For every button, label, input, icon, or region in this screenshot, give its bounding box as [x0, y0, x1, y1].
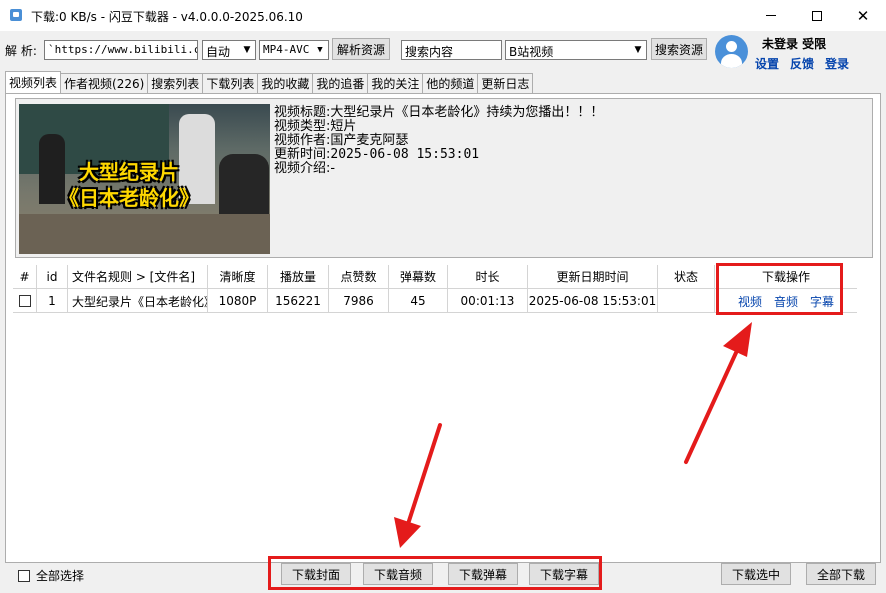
minimize-button[interactable] [748, 0, 794, 31]
annotation-box-bottom-buttons [268, 556, 602, 590]
tab-their-channel[interactable]: 他的频道 [422, 73, 479, 93]
meta-intro-value: - [330, 161, 336, 176]
col-header-views[interactable]: 播放量 [268, 265, 329, 289]
col-header-status[interactable]: 状态 [658, 265, 715, 289]
meta-title-value: 大型纪录片《日本老龄化》持续为您播出！！！ [330, 105, 604, 120]
search-button[interactable]: 搜索资源 [651, 38, 707, 60]
row-filename: 大型纪录片《日本老龄化》 [68, 289, 208, 313]
tab-changelog[interactable]: 更新日志 [477, 73, 534, 93]
tab-author-videos[interactable]: 作者视频(226) [60, 73, 149, 93]
window-title: 下载:0 KB/s - 闪豆下载器 - v4.0.0.0-2025.06.10 [31, 10, 303, 24]
thumb-desk [19, 214, 270, 254]
select-all-label: 全部选择 [36, 569, 85, 583]
quality-select[interactable]: 自动 ▼ [202, 40, 256, 60]
row-status [658, 289, 715, 313]
row-duration: 00:01:13 [448, 289, 528, 313]
meta-title: 视频标题:大型纪录片《日本老龄化》持续为您播出！！！ [274, 106, 603, 120]
thumb-caption-line2: 《日本老龄化》 [59, 186, 199, 210]
col-header-likes[interactable]: 点赞数 [329, 265, 389, 289]
meta-updated: 更新时间:2025-06-08 15:53:01 [274, 148, 479, 162]
chevron-down-icon: ▼ [243, 45, 251, 55]
parse-button[interactable]: 解析资源 [332, 38, 390, 60]
chevron-down-icon: ▼ [317, 45, 323, 55]
row-checkbox[interactable] [18, 295, 31, 307]
login-status: 未登录 受限 [762, 37, 827, 51]
meta-intro-key: 视频介绍: [274, 161, 331, 176]
settings-link[interactable]: 设置 [755, 55, 779, 72]
maximize-icon [812, 10, 822, 21]
search-input[interactable]: 搜索内容 [401, 40, 502, 60]
avatar[interactable] [715, 35, 748, 68]
col-header-updated[interactable]: 更新日期时间 [528, 265, 658, 289]
col-header-check[interactable]: # [13, 265, 37, 289]
thumb-caption-line1: 大型纪录片 [79, 160, 179, 184]
meta-title-key: 视频标题: [274, 105, 331, 120]
parse-label: 解 析: [5, 44, 37, 58]
video-info-panel: 大型纪录片 《日本老龄化》 视频标题:大型纪录片《日本老龄化》持续为您播出！！！… [15, 98, 873, 258]
codec-select-value: MP4-AVC [263, 43, 310, 56]
row-updated: 2025-06-08 15:53:01 [528, 289, 658, 313]
close-button[interactable]: ✕ [840, 0, 886, 31]
meta-type: 视频类型:短片 [274, 120, 356, 134]
meta-author-value: 国产麦克阿瑟 [330, 133, 409, 148]
row-checkbox-cell[interactable] [13, 289, 37, 313]
row-views: 156221 [268, 289, 329, 313]
chevron-down-icon: ▼ [634, 45, 642, 55]
app-icon [10, 9, 22, 21]
feedback-link[interactable]: 反馈 [790, 55, 814, 72]
meta-author-key: 视频作者: [274, 133, 331, 148]
minimize-icon [766, 15, 776, 16]
tab-bar: 视频列表 作者视频(226) 搜索列表 下载列表 我的收藏 我的追番 我的关注 … [5, 71, 534, 93]
user-body-icon [721, 54, 742, 68]
col-header-danmaku[interactable]: 弹幕数 [389, 265, 448, 289]
row-id: 1 [37, 289, 68, 313]
meta-updated-key: 更新时间: [274, 147, 331, 162]
tab-video-list[interactable]: 视频列表 [5, 71, 62, 93]
row-quality: 1080P [208, 289, 268, 313]
meta-type-key: 视频类型: [274, 119, 331, 134]
codec-select[interactable]: MP4-AVC ▼ [259, 40, 329, 60]
col-header-quality[interactable]: 清晰度 [208, 265, 268, 289]
meta-updated-value: 2025-06-08 15:53:01 [330, 147, 480, 162]
quality-select-value: 自动 [206, 45, 231, 59]
download-selected-button[interactable]: 下载选中 [721, 563, 791, 585]
tab-following[interactable]: 我的关注 [367, 73, 424, 93]
title-bar: 下载:0 KB/s - 闪豆下载器 - v4.0.0.0-2025.06.10 … [0, 0, 886, 31]
video-thumbnail: 大型纪录片 《日本老龄化》 [19, 104, 270, 254]
video-list-panel: 大型纪录片 《日本老龄化》 视频标题:大型纪录片《日本老龄化》持续为您播出！！！… [5, 93, 881, 563]
search-source-value: B站视频 [509, 45, 554, 59]
row-likes: 7986 [329, 289, 389, 313]
row-danmaku: 45 [389, 289, 448, 313]
download-all-button[interactable]: 全部下载 [806, 563, 876, 585]
tab-following-shows[interactable]: 我的追番 [312, 73, 369, 93]
login-link[interactable]: 登录 [825, 55, 849, 72]
col-header-id[interactable]: id [37, 265, 68, 289]
col-header-duration[interactable]: 时长 [448, 265, 528, 289]
annotation-box-actions [716, 263, 843, 315]
meta-type-value: 短片 [330, 119, 357, 134]
tab-search-list[interactable]: 搜索列表 [147, 73, 204, 93]
tab-download-list[interactable]: 下载列表 [202, 73, 259, 93]
meta-intro: 视频介绍:- [274, 162, 335, 176]
user-head-icon [726, 41, 737, 52]
select-all[interactable]: 全部选择 [18, 567, 84, 584]
search-source-select[interactable]: B站视频 ▼ [505, 40, 647, 60]
meta-author: 视频作者:国产麦克阿瑟 [274, 134, 408, 148]
tab-favorites[interactable]: 我的收藏 [257, 73, 314, 93]
col-header-filename[interactable]: 文件名规则 > [文件名] [68, 265, 208, 289]
select-all-checkbox[interactable] [18, 569, 30, 582]
url-input[interactable]: `https://www.bilibili.co [44, 40, 198, 60]
maximize-button[interactable] [794, 0, 840, 31]
